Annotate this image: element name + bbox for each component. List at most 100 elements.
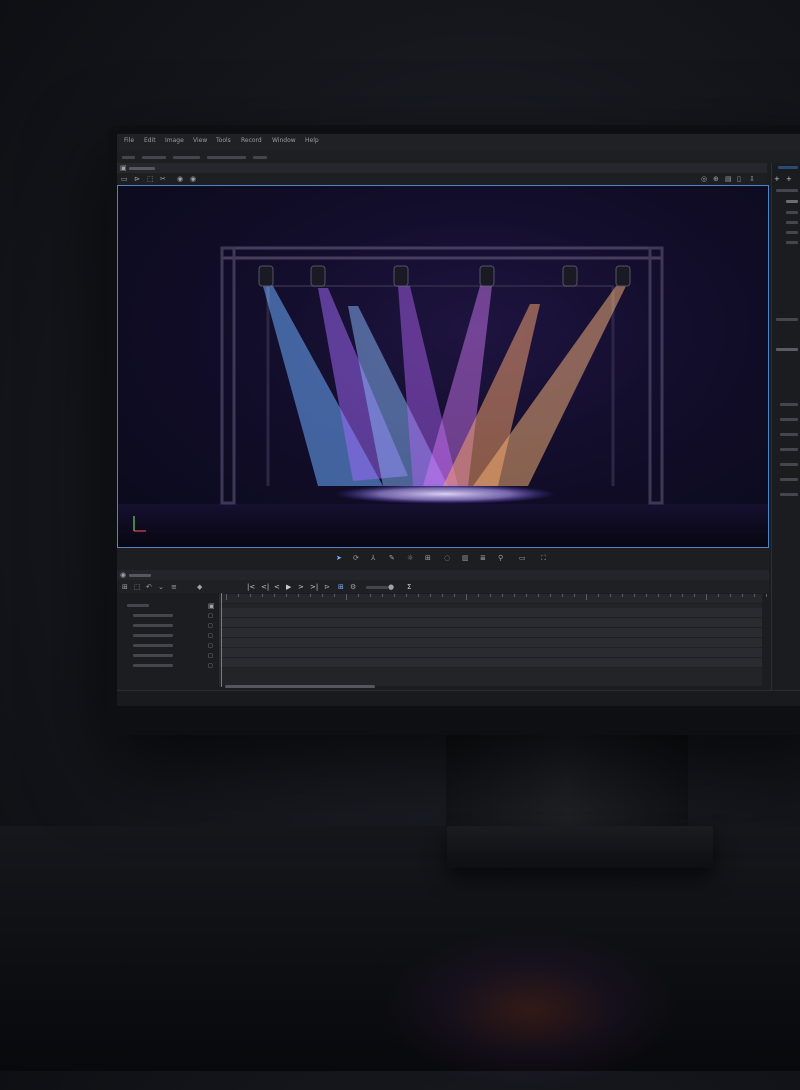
scissors-icon[interactable]: ✂: [160, 175, 166, 183]
menu-file[interactable]: File: [124, 137, 134, 144]
target-icon[interactable]: ◎: [701, 175, 707, 183]
script-button[interactable]: Σ: [407, 583, 411, 591]
track-group-label[interactable]: [127, 604, 149, 607]
track-row[interactable]: [220, 608, 762, 618]
monitor-icon[interactable]: ▭: [519, 554, 526, 562]
snapshot-icon[interactable]: ▤: [725, 175, 732, 183]
go-start-button[interactable]: |<: [247, 583, 255, 591]
track-label[interactable]: [133, 664, 173, 667]
dropdown-icon[interactable]: ⌄: [158, 583, 164, 591]
layer-item[interactable]: [786, 200, 798, 203]
zoom-slider[interactable]: [366, 586, 388, 589]
track-row[interactable]: [220, 618, 762, 628]
node-icon[interactable]: ⚲: [498, 554, 503, 562]
option-chip[interactable]: [253, 156, 267, 159]
lock-icon[interactable]: □: [208, 652, 213, 660]
menu-record[interactable]: Record: [241, 137, 262, 144]
menu-edit[interactable]: Edit: [144, 137, 156, 144]
export-icon[interactable]: ⇩: [749, 175, 755, 183]
lock-icon[interactable]: □: [208, 632, 213, 640]
track-label[interactable]: [133, 634, 173, 637]
panel-row[interactable]: [780, 433, 798, 436]
track-row[interactable]: [220, 638, 762, 648]
panel-row[interactable]: [776, 348, 798, 351]
zoom-icon[interactable]: ⊕: [713, 175, 719, 183]
select-icon[interactable]: ➤: [336, 554, 342, 562]
track-area[interactable]: [220, 594, 767, 686]
panel-row[interactable]: [780, 463, 798, 466]
panel-row[interactable]: [780, 418, 798, 421]
panel-row[interactable]: [780, 493, 798, 496]
next-frame-button[interactable]: >: [298, 583, 304, 591]
settings-icon[interactable]: ⚙: [350, 583, 356, 591]
layers-icon[interactable]: ≣: [480, 554, 486, 562]
grid-icon[interactable]: ⊞: [425, 554, 431, 562]
layer-item[interactable]: [786, 241, 798, 244]
grid-view-icon[interactable]: ⊞: [122, 583, 128, 591]
panel-row[interactable]: [780, 478, 798, 481]
go-end-button[interactable]: >|: [310, 583, 318, 591]
marquee-icon[interactable]: ⬚: [147, 175, 154, 183]
menu-help[interactable]: Help: [305, 137, 319, 144]
brush-icon[interactable]: ⊳: [134, 175, 140, 183]
play-button[interactable]: ▶: [286, 583, 291, 591]
capture-icon[interactable]: ⛶: [541, 554, 546, 562]
menu-image[interactable]: Image: [165, 137, 184, 144]
rotate-icon[interactable]: ⟳: [353, 554, 359, 562]
panel-row[interactable]: [780, 448, 798, 451]
panel-row[interactable]: [776, 189, 798, 192]
timeline-scrollbar[interactable]: [225, 685, 375, 688]
menu-tools[interactable]: Tools: [216, 137, 231, 144]
prev-frame-button[interactable]: <: [274, 583, 280, 591]
key-icon[interactable]: ◆: [197, 583, 202, 591]
prev-key-button[interactable]: <|: [261, 583, 269, 591]
menu-window[interactable]: Window: [272, 137, 296, 144]
track-label[interactable]: [133, 624, 173, 627]
bookmark-icon[interactable]: ⊳: [324, 583, 330, 591]
track-label[interactable]: [133, 614, 173, 617]
layer-item[interactable]: [786, 211, 798, 214]
folder-icon[interactable]: ▭: [121, 175, 128, 183]
option-chip[interactable]: [173, 156, 200, 159]
document-tab[interactable]: [129, 167, 155, 170]
lock-icon[interactable]: □: [208, 612, 213, 620]
visibility-icon[interactable]: ▣: [208, 602, 215, 610]
frame-icon[interactable]: ⬚: [134, 583, 141, 591]
option-chip[interactable]: [122, 156, 135, 159]
panel-row[interactable]: [780, 403, 798, 406]
light-icon[interactable]: ☼: [407, 554, 413, 562]
loop-icon[interactable]: ⊞: [338, 583, 344, 591]
track-row[interactable]: [220, 658, 762, 668]
axis-icon[interactable]: ⅄: [371, 554, 375, 562]
viewport-canvas[interactable]: [117, 185, 769, 548]
undo-icon[interactable]: ↶: [146, 583, 152, 591]
option-chip[interactable]: [142, 156, 166, 159]
layer-item[interactable]: [786, 221, 798, 224]
pen-icon[interactable]: ✎: [389, 554, 395, 562]
option-chip[interactable]: [207, 156, 246, 159]
settings-icon[interactable]: ◉: [177, 175, 183, 183]
slider-handle-icon[interactable]: ●: [388, 583, 394, 591]
track-row[interactable]: [220, 628, 762, 638]
track-label[interactable]: [133, 644, 173, 647]
lock-icon[interactable]: □: [208, 622, 213, 630]
ruler-tick: [706, 594, 707, 600]
track-label[interactable]: [133, 654, 173, 657]
track-row[interactable]: [220, 648, 762, 658]
camera-icon[interactable]: ▥: [462, 554, 469, 562]
lock-icon[interactable]: □: [208, 662, 213, 670]
menu-view[interactable]: View: [193, 137, 207, 144]
panel-row[interactable]: [776, 318, 798, 321]
playhead[interactable]: [221, 593, 222, 687]
panel-tab[interactable]: [778, 166, 798, 169]
add-icon[interactable]: +: [774, 175, 780, 183]
list-icon[interactable]: ≡: [171, 583, 177, 591]
time-ruler[interactable]: [220, 594, 767, 604]
lock-icon[interactable]: □: [208, 642, 213, 650]
layer-item[interactable]: [786, 231, 798, 234]
orbit-icon[interactable]: ◌: [444, 554, 450, 562]
add-icon[interactable]: +: [786, 175, 792, 183]
record-icon[interactable]: ◉: [190, 175, 196, 183]
file-icon[interactable]: ▯: [737, 175, 741, 183]
timeline-tab[interactable]: [129, 574, 151, 577]
